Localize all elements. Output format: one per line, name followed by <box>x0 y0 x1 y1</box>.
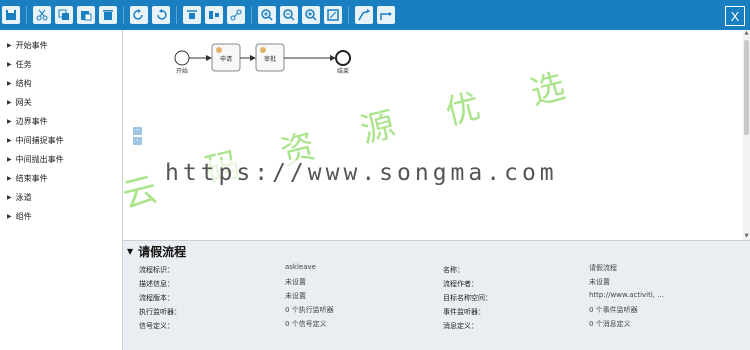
toolbar-divider <box>26 6 27 24</box>
fullscreen-icon[interactable] <box>324 6 342 24</box>
watermark-url: https://www.songma.com <box>165 160 558 186</box>
sidebar-item-swimlane[interactable]: ▶ 泳道 <box>0 188 122 207</box>
sidebar-item-component[interactable]: ▶ 组件 <box>0 207 122 226</box>
prop-value[interactable]: 0 个信号定义 <box>285 319 327 329</box>
sidebar-item-gateway[interactable]: ▶ 网关 <box>0 93 122 112</box>
prop-value[interactable]: http://www.activiti, ... <box>589 291 664 299</box>
undo-icon[interactable] <box>152 6 170 24</box>
prop-value[interactable]: 请假流程 <box>589 263 617 273</box>
sidebar-item-intermediate-catch[interactable]: ▶ 中间捕捉事件 <box>0 131 122 150</box>
chevron-right-icon: ▶ <box>7 99 12 106</box>
chevron-right-icon: ▶ <box>7 61 12 68</box>
prop-value[interactable]: 0 个事件监听器 <box>589 305 638 315</box>
prop-value[interactable]: 未设置 <box>285 277 306 287</box>
task-label: 申请 <box>220 55 232 63</box>
toolbar-divider <box>176 6 177 24</box>
prop-label: 流程标识： <box>139 266 174 274</box>
chevron-right-icon: ▶ <box>7 175 12 182</box>
copy-icon[interactable] <box>55 6 73 24</box>
prop-label: 执行监听器： <box>139 308 181 316</box>
sidebar-toggle[interactable]: › ‹ <box>133 127 142 145</box>
prop-label: 目标名称空间： <box>443 294 492 302</box>
prop-value[interactable]: 未设置 <box>589 277 610 287</box>
prop-value[interactable]: 0 个执行监听器 <box>285 305 334 315</box>
align-top-icon[interactable] <box>183 6 201 24</box>
sidebar-item-label: 网关 <box>15 98 32 107</box>
end-event[interactable]: 结束 <box>335 50 351 75</box>
chevron-right-icon: ▶ <box>7 194 12 201</box>
align-middle-icon[interactable] <box>205 6 223 24</box>
prop-label: 流程版本： <box>139 294 174 302</box>
sidebar-item-label: 结束事件 <box>15 174 48 183</box>
sidebar-item-label: 中间捕捉事件 <box>15 136 64 145</box>
toolbar-divider <box>348 6 349 24</box>
zoom-in-icon[interactable] <box>258 6 276 24</box>
chevron-right-icon: ▶ <box>7 118 12 125</box>
scroll-down-icon[interactable]: ▼ <box>743 233 750 240</box>
toolbar: X <box>0 0 750 30</box>
paste-icon[interactable] <box>77 6 95 24</box>
scroll-up-icon[interactable]: ▲ <box>743 30 750 37</box>
chevron-right-icon: ▶ <box>7 80 12 87</box>
redo-icon[interactable] <box>130 6 148 24</box>
palette-sidebar: ▶ 开始事件 ▶ 任务 ▶ 结构 ▶ 网关 ▶ 边界事件 ▶ 中间捕捉事件 ▶ 中间抛出事件 … <box>0 30 123 350</box>
save-icon[interactable] <box>2 6 20 24</box>
sidebar-item-start-event[interactable]: ▶ 开始事件 <box>0 36 122 55</box>
route-alt-icon[interactable] <box>377 6 395 24</box>
toolbar-divider <box>251 6 252 24</box>
prop-label: 消息定义： <box>443 322 478 330</box>
sidebar-item-label: 开始事件 <box>15 41 48 50</box>
sidebar-item-end-event[interactable]: ▶ 结束事件 <box>0 169 122 188</box>
align-split-icon[interactable] <box>227 6 245 24</box>
prop-label: 描述信息： <box>139 280 174 288</box>
chevron-right-icon: ▶ <box>7 42 12 49</box>
properties-panel: ▼ 请假流程 流程标识： askleave 名称： 请假流程 描述信息： 未设置… <box>123 240 750 350</box>
toolbar-divider <box>123 6 124 24</box>
end-event-label: 结束 <box>337 67 349 75</box>
delete-icon[interactable] <box>99 6 117 24</box>
start-event-label: 开始 <box>176 67 188 75</box>
prop-label: 流程作者： <box>443 280 478 288</box>
user-icon <box>260 47 266 53</box>
chevron-down-icon[interactable]: ▼ <box>127 247 133 256</box>
sidebar-item-label: 结构 <box>15 79 32 88</box>
sidebar-item-label: 任务 <box>15 60 32 69</box>
chevron-right-icon: ▶ <box>7 156 12 163</box>
sidebar-item-label: 中间抛出事件 <box>15 155 64 164</box>
sidebar-item-task[interactable]: ▶ 任务 <box>0 55 122 74</box>
prop-label: 事件监听器： <box>443 308 485 316</box>
sidebar-item-structure[interactable]: ▶ 结构 <box>0 74 122 93</box>
sidebar-item-label: 组件 <box>15 212 32 221</box>
sidebar-item-boundary-event[interactable]: ▶ 边界事件 <box>0 112 122 131</box>
sidebar-item-label: 边界事件 <box>15 117 48 126</box>
prop-value[interactable]: 0 个消息定义 <box>589 319 631 329</box>
user-icon <box>216 47 222 53</box>
expand-icon[interactable]: › <box>133 127 142 135</box>
prop-label: 信号定义： <box>139 322 174 330</box>
zoom-out-icon[interactable] <box>280 6 298 24</box>
prop-value[interactable]: 未设置 <box>285 291 306 301</box>
scroll-thumb[interactable] <box>744 40 749 135</box>
zoom-fit-icon[interactable] <box>302 6 320 24</box>
sidebar-item-intermediate-throw[interactable]: ▶ 中间抛出事件 <box>0 150 122 169</box>
route-icon[interactable] <box>355 6 373 24</box>
vertical-scrollbar[interactable]: ▲ ▼ <box>743 30 750 240</box>
start-event[interactable]: 开始 <box>174 50 190 75</box>
task-apply[interactable]: 申请 <box>211 43 241 72</box>
chevron-right-icon: ▶ <box>7 213 12 220</box>
properties-header[interactable]: ▼ 请假流程 <box>123 241 750 261</box>
collapse-icon[interactable]: ‹ <box>133 137 142 145</box>
sidebar-item-label: 泳道 <box>15 193 32 202</box>
bpmn-diagram: 开始 申请 审批 结束 <box>174 43 351 75</box>
task-label: 审批 <box>264 55 276 63</box>
properties-title: 请假流程 <box>138 244 187 259</box>
task-approve[interactable]: 审批 <box>255 43 285 72</box>
close-button[interactable]: X <box>725 6 745 26</box>
prop-value[interactable]: askleave <box>285 263 316 271</box>
cut-icon[interactable] <box>33 6 51 24</box>
chevron-right-icon: ▶ <box>7 137 12 144</box>
prop-label: 名称： <box>443 266 464 274</box>
diagram-canvas[interactable]: 开始 申请 审批 结束 › ‹ ▲ ▼ <box>123 30 750 240</box>
